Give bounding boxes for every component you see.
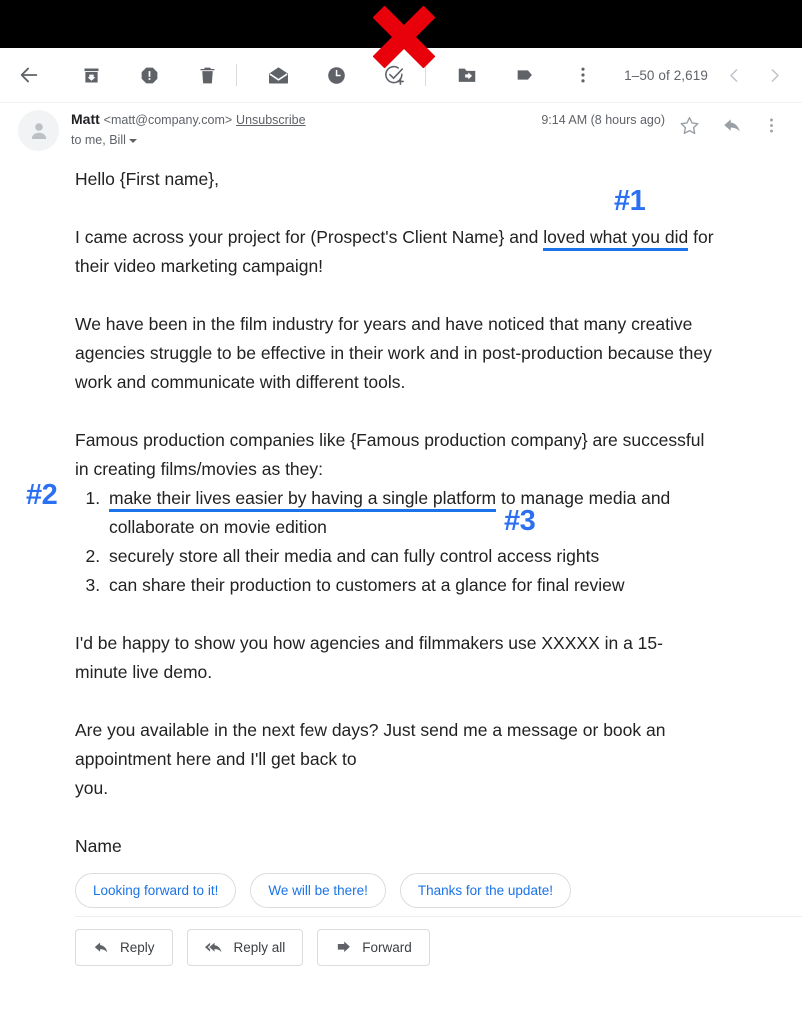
older-page-button[interactable]: [754, 55, 794, 95]
famous-companies-paragraph: Famous production companies like {Famous…: [75, 430, 705, 479]
top-black-bar: [0, 0, 802, 48]
message-more-options-icon[interactable]: [754, 108, 788, 142]
benefits-list: make their lives easier by having a sing…: [0, 484, 802, 600]
smart-reply-chip-3[interactable]: Thanks for the update!: [399, 873, 571, 908]
report-spam-icon[interactable]: [126, 52, 172, 98]
annotation-marker-2: #2: [26, 479, 58, 511]
pagination-count: 1–50 of 2,619: [624, 67, 708, 83]
message-actions: Reply Reply all Forward: [75, 929, 430, 966]
reply-all-arrow-icon: [204, 939, 224, 956]
forward-button[interactable]: Forward: [317, 929, 430, 966]
intro-paragraph: I came across your project for (Prospect…: [0, 223, 802, 281]
label-tag-icon[interactable]: [502, 52, 548, 98]
archive-icon[interactable]: [68, 52, 114, 98]
list-item: make their lives easier by having a sing…: [105, 484, 714, 542]
newer-page-button[interactable]: [714, 55, 754, 95]
add-to-tasks-icon[interactable]: [371, 52, 417, 98]
smart-reply-chips: Looking forward to it! We will be there!…: [75, 873, 571, 908]
reply-all-button-label: Reply all: [233, 940, 286, 955]
list-item: securely store all their media and can f…: [105, 542, 714, 571]
mark-unread-icon[interactable]: [255, 52, 301, 98]
move-to-folder-icon[interactable]: [444, 52, 490, 98]
smart-reply-chip-1[interactable]: Looking forward to it!: [75, 873, 237, 908]
reply-all-button[interactable]: Reply all: [186, 929, 304, 966]
delete-icon[interactable]: [184, 52, 230, 98]
annotation-marker-1: #1: [614, 185, 646, 217]
sender-email: <matt@company.com>: [103, 113, 233, 127]
recipients-label: to me, Bill: [71, 133, 126, 147]
email-body: Hello {First name}, I came across your p…: [0, 165, 802, 890]
industry-paragraph: We have been in the film industry for ye…: [75, 314, 712, 392]
list-item: can share their production to customers …: [105, 571, 714, 600]
snooze-clock-icon[interactable]: [313, 52, 359, 98]
smart-reply-chip-2[interactable]: We will be there!: [250, 873, 386, 908]
forward-arrow-icon: [335, 939, 352, 956]
reply-button[interactable]: Reply: [75, 929, 173, 966]
star-icon[interactable]: [672, 108, 706, 142]
greeting-text: Hello {First name},: [75, 169, 219, 189]
message-timestamp: 9:14 AM (8 hours ago): [541, 113, 665, 127]
sender-name: Matt: [71, 111, 100, 127]
sender-line: Matt <matt@company.com> Unsubscribe: [71, 111, 306, 127]
greeting-paragraph: Hello {First name},: [0, 165, 802, 194]
availability-paragraph-cont: you.: [75, 778, 109, 798]
message-header: Matt <matt@company.com> Unsubscribe to m…: [0, 103, 802, 165]
signature-paragraph: Name: [75, 836, 122, 856]
toolbar-divider-2: [425, 64, 426, 86]
demo-paragraph: I'd be happy to show you how agencies an…: [75, 633, 663, 682]
more-options-icon[interactable]: [560, 52, 606, 98]
message-toolbar: 1–50 of 2,619: [0, 48, 802, 103]
highlight-2: make their lives easier by having a sing…: [109, 488, 497, 512]
highlight-1: loved what you did: [543, 227, 689, 251]
avatar: [18, 110, 59, 151]
forward-button-label: Forward: [362, 940, 412, 955]
reply-button-label: Reply: [120, 940, 155, 955]
toolbar-divider-1: [236, 64, 237, 86]
intro-text-before: I came across your project for (Prospect…: [75, 227, 544, 247]
back-arrow-icon[interactable]: [6, 52, 52, 98]
chevron-down-icon[interactable]: [128, 138, 137, 143]
recipients-row[interactable]: to me, Bill: [71, 133, 137, 147]
annotation-marker-3: #3: [504, 505, 536, 537]
actions-divider: [75, 916, 802, 917]
unsubscribe-link[interactable]: Unsubscribe: [236, 113, 305, 127]
reply-arrow-icon: [93, 939, 110, 956]
availability-paragraph: Are you available in the next few days? …: [75, 720, 666, 769]
reply-arrow-icon[interactable]: [715, 108, 749, 142]
